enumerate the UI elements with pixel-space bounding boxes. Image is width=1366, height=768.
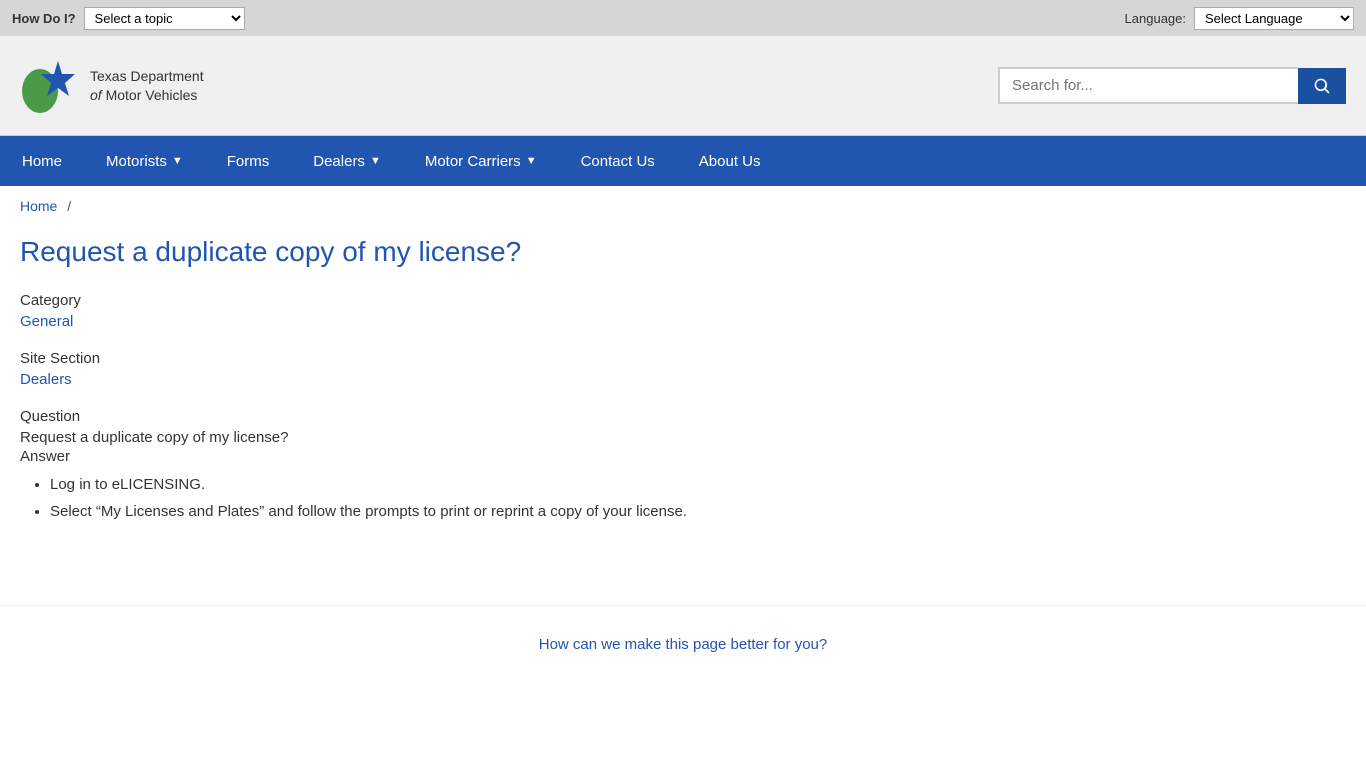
feedback-link[interactable]: How can we make this page better for you…	[539, 636, 828, 653]
question-text: Request a duplicate copy of my license?	[20, 429, 880, 446]
site-section-link[interactable]: Dealers	[20, 371, 72, 388]
site-section-value: Dealers	[20, 371, 880, 388]
nav-item-motorists[interactable]: Motorists ▼	[84, 136, 205, 186]
page-title: Request a duplicate copy of my license?	[20, 236, 880, 268]
nav-item-motor-carriers[interactable]: Motor Carriers ▼	[403, 136, 559, 186]
nav-label-motorists: Motorists	[106, 153, 167, 170]
logo-area: Texas Department of Motor Vehicles	[20, 56, 204, 116]
search-icon	[1312, 76, 1332, 96]
nav-label-contact-us: Contact Us	[581, 153, 655, 170]
nav-item-home[interactable]: Home	[0, 136, 84, 186]
language-select[interactable]: Select Language English Spanish French	[1194, 7, 1354, 30]
feedback-bar: How can we make this page better for you…	[0, 605, 1366, 683]
search-area	[998, 67, 1346, 104]
category-label: Category	[20, 292, 880, 309]
answer-item-2: Select “My Licenses and Plates” and foll…	[50, 498, 880, 525]
category-link[interactable]: General	[20, 313, 73, 330]
site-section-label: Site Section	[20, 350, 880, 367]
breadcrumb-home-link[interactable]: Home	[20, 198, 57, 214]
nav-item-forms[interactable]: Forms	[205, 136, 292, 186]
breadcrumb-separator: /	[67, 198, 71, 214]
logo-line2: of Motor Vehicles	[90, 86, 204, 104]
how-do-i-section: How Do I? Select a topic Register a vehi…	[12, 7, 245, 30]
nav-label-dealers: Dealers	[313, 153, 365, 170]
nav-label-about-us: About Us	[699, 153, 761, 170]
answer-list: Log in to eLICENSING. Select “My License…	[50, 471, 880, 525]
logo-text: Texas Department of Motor Vehicles	[90, 67, 204, 103]
site-header: Texas Department of Motor Vehicles	[0, 36, 1366, 136]
question-label: Question	[20, 408, 880, 425]
language-label: Language:	[1125, 11, 1186, 26]
nav-label-motor-carriers: Motor Carriers	[425, 153, 521, 170]
top-bar: How Do I? Select a topic Register a vehi…	[0, 0, 1366, 36]
logo-line1: Texas Department	[90, 67, 204, 85]
topic-select[interactable]: Select a topic Register a vehicle Renew …	[84, 7, 245, 30]
nav-label-forms: Forms	[227, 153, 270, 170]
breadcrumb: Home /	[0, 186, 1366, 226]
search-button[interactable]	[1298, 68, 1346, 104]
answer-item-1: Log in to eLICENSING.	[50, 471, 880, 498]
main-content: Request a duplicate copy of my license? …	[0, 226, 900, 565]
dealers-dropdown-icon: ▼	[370, 155, 381, 167]
nav-item-dealers[interactable]: Dealers ▼	[291, 136, 403, 186]
motor-carriers-dropdown-icon: ▼	[526, 155, 537, 167]
category-value: General	[20, 313, 880, 330]
nav-item-contact-us[interactable]: Contact Us	[559, 136, 677, 186]
main-nav: Home Motorists ▼ Forms Dealers ▼ Motor C…	[0, 136, 1366, 186]
nav-label-home: Home	[22, 153, 62, 170]
answer-label: Answer	[20, 448, 880, 465]
search-input[interactable]	[998, 67, 1298, 104]
nav-item-about-us[interactable]: About Us	[677, 136, 783, 186]
txdmv-logo-icon	[20, 56, 80, 116]
how-do-i-label: How Do I?	[12, 11, 76, 26]
language-section: Language: Select Language English Spanis…	[1125, 7, 1354, 30]
motorists-dropdown-icon: ▼	[172, 155, 183, 167]
